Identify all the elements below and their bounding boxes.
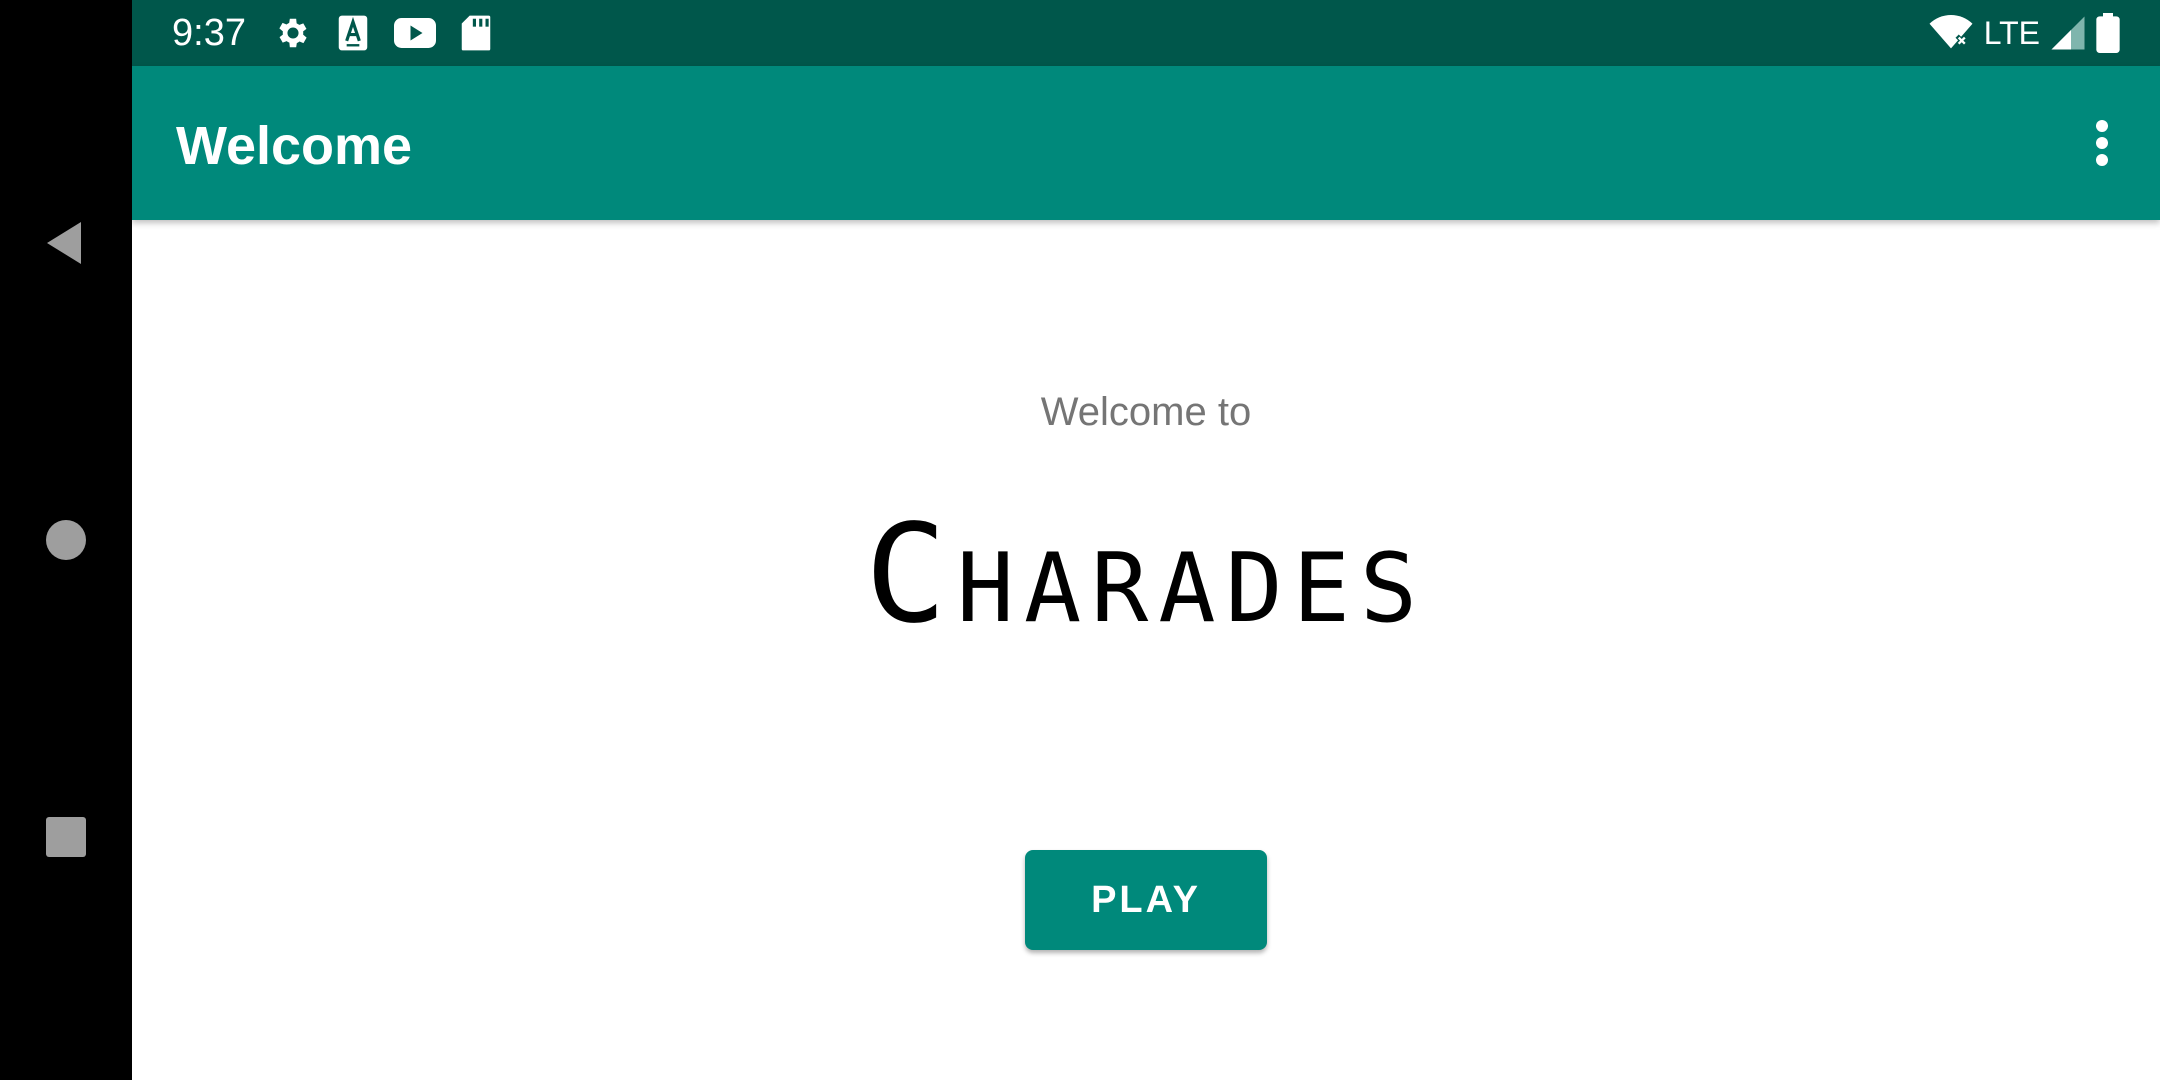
app-bar-title: Welcome — [176, 116, 413, 176]
welcome-subtitle: Welcome to — [1040, 390, 1252, 434]
youtube-icon — [394, 18, 436, 48]
recents-button[interactable] — [30, 801, 102, 873]
home-button[interactable] — [30, 504, 102, 576]
recents-square-icon — [46, 817, 86, 857]
notification-icons — [274, 0, 492, 66]
status-bar: 9:37 LTE — [132, 0, 2160, 66]
status-time: 9:37 — [172, 12, 246, 54]
gear-icon — [279, 18, 307, 48]
back-triangle-icon — [47, 222, 81, 264]
overflow-menu-button[interactable] — [2072, 113, 2132, 173]
play-button[interactable]: PLAY — [1025, 850, 1267, 950]
system-icons: LTE — [1928, 0, 2120, 66]
home-circle-icon — [46, 520, 86, 560]
network-type-label: LTE — [1983, 15, 2040, 51]
wifi-off-icon — [1929, 15, 1973, 49]
back-button[interactable] — [30, 207, 102, 279]
app-bar: Welcome — [132, 66, 2160, 220]
battery-icon — [2096, 13, 2120, 53]
sd-card-icon — [461, 15, 491, 51]
welcome-content: Welcome to Charades PLAY — [132, 220, 2160, 1080]
more-vert-icon — [2096, 120, 2108, 166]
game-title: Charades — [864, 496, 1428, 654]
app-screen: 9:37 LTE Welcome Welcome to Charades PLA… — [132, 0, 2160, 1080]
text-a-icon — [338, 15, 368, 51]
navigation-bar — [0, 0, 132, 1080]
signal-icon — [2051, 16, 2085, 50]
